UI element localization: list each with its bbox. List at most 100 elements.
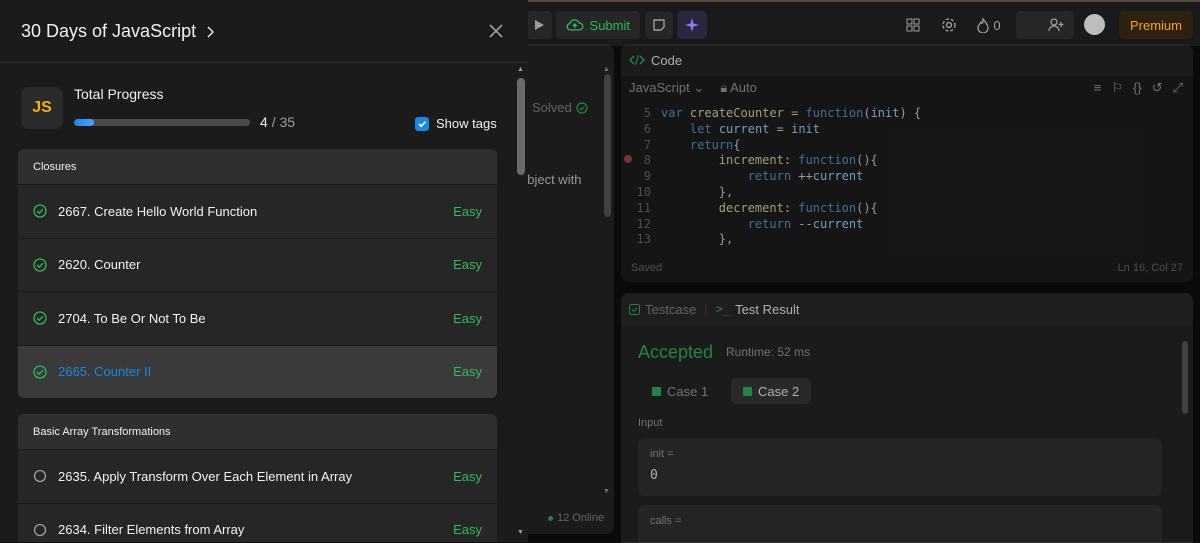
progress-bar	[74, 119, 250, 126]
code-line: 8 increment: function(){	[643, 153, 878, 168]
code-editor[interactable]: 5 var createCounter = function(init) { 6 …	[621, 100, 1193, 248]
code-text: increment: function(){	[718, 153, 878, 168]
code-subtoolbar: JavaScript ⌄ 🔒︎ Auto ≡ ⚐ {} ↺ ⤢	[621, 76, 1193, 100]
difficulty-badge: Easy	[453, 364, 482, 380]
code-text: return ++current	[747, 169, 864, 184]
progress-total: / 35	[271, 114, 296, 130]
list-item[interactable]: 2704. To Be Or Not To Be Easy	[18, 291, 497, 345]
difficulty-badge: Easy	[453, 310, 482, 326]
close-icon[interactable]	[486, 21, 506, 41]
code-brackets-icon	[629, 54, 645, 66]
code-line: 7 return{	[643, 137, 741, 152]
list-item-active[interactable]: 2665. Counter II Easy	[18, 344, 497, 398]
problem-title: 2704. To Be Or Not To Be	[58, 310, 206, 326]
code-text: decrement: function(){	[718, 200, 878, 215]
difficulty-badge: Easy	[453, 203, 482, 219]
group-header[interactable]: Closures	[18, 149, 497, 184]
check-square-icon	[743, 386, 752, 396]
difficulty-badge: Easy	[453, 257, 482, 273]
play-icon	[535, 20, 544, 30]
problem-title: 2635. Apply Transform Over Each Element …	[58, 468, 353, 484]
case-1-label: Case 1	[667, 383, 709, 399]
code-line: 12 return --current	[636, 216, 864, 231]
scroll-down-arrow-icon[interactable]: ▼	[603, 488, 610, 495]
code-line: 11 decrement: function(){	[636, 200, 878, 215]
result-status: Accepted	[638, 342, 714, 362]
list-item[interactable]: 2635. Apply Transform Over Each Element …	[18, 449, 497, 503]
notes-button[interactable]	[645, 11, 673, 39]
premium-button[interactable]: Premium	[1119, 11, 1193, 39]
case-1-tab[interactable]: Case 1	[640, 378, 720, 404]
expand-icon[interactable]: ⤢	[1173, 80, 1183, 96]
code-status-bar: Saved Ln 16, Col 27	[621, 254, 1193, 282]
solved-status: Solved	[532, 100, 588, 115]
case-2-tab[interactable]: Case 2	[731, 378, 812, 404]
input-key: init =	[650, 448, 674, 460]
add-user-icon	[1048, 18, 1064, 32]
streak-button[interactable]: 0	[970, 11, 1008, 39]
code-text: var createCounter = function(init) {	[661, 106, 922, 120]
bookmark-icon[interactable]: ⚐	[1111, 80, 1123, 96]
problem-title: 2667. Create Hello World Function	[58, 203, 258, 219]
run-button[interactable]	[526, 11, 552, 39]
check-circle-icon	[33, 311, 47, 325]
tab-testcase[interactable]: Testcase	[629, 302, 696, 317]
flame-icon	[977, 17, 990, 33]
online-dot-icon	[548, 515, 553, 521]
reset-icon[interactable]: ↺	[1152, 80, 1163, 96]
check-circle-icon	[576, 101, 588, 114]
code-text: return{	[689, 137, 741, 152]
group-header[interactable]: Basic Array Transformations	[18, 414, 497, 449]
avatar[interactable]	[1084, 14, 1105, 35]
code-tab-label: Code	[651, 52, 683, 68]
checkbox-checked-icon[interactable]	[415, 116, 429, 131]
description-scrollbar[interactable]	[604, 74, 611, 217]
list-item[interactable]: 2634. Filter Elements from Array Easy	[18, 502, 497, 543]
test-panel-scrollbar[interactable]	[1182, 341, 1188, 414]
gear-icon	[942, 18, 956, 32]
test-panel: Testcase | >_ Test Result Accepted Runti…	[621, 293, 1193, 543]
streak-count: 0	[993, 17, 1001, 33]
ai-assist-button[interactable]	[677, 11, 707, 39]
total-progress-label: Total Progress	[74, 86, 164, 102]
runtime-label: Runtime: 52 ms	[726, 345, 811, 359]
list-item[interactable]: 2620. Counter Easy	[18, 237, 497, 292]
code-tab[interactable]: Code	[621, 44, 1193, 76]
empty-circle-icon	[33, 523, 47, 536]
braces-icon[interactable]: {}	[1133, 80, 1142, 96]
scroll-up-arrow-icon[interactable]: ▲	[603, 66, 610, 73]
language-label: JavaScript	[629, 80, 690, 95]
submit-button[interactable]: Submit	[556, 11, 640, 39]
layout-grid-icon	[906, 18, 920, 32]
show-tags-toggle[interactable]: Show tags	[415, 116, 497, 131]
drawer-scrollbar[interactable]	[517, 78, 525, 175]
tab-test-result-label: Test Result	[735, 301, 800, 317]
note-icon	[653, 19, 665, 31]
description-fragment: object with	[520, 172, 582, 187]
cloud-upload-icon	[566, 19, 584, 31]
tab-test-result[interactable]: >_ Test Result	[716, 302, 800, 317]
drawer-title-link[interactable]: 30 Days of JavaScript	[21, 21, 215, 42]
chevron-right-icon	[207, 26, 215, 37]
settings-button[interactable]	[936, 11, 962, 39]
checkbox-icon	[629, 303, 640, 315]
solved-label: Solved	[532, 100, 572, 115]
check-circle-icon	[33, 204, 47, 218]
check-circle-icon	[33, 365, 47, 379]
share-button[interactable]	[1016, 11, 1074, 39]
check-square-icon	[652, 386, 661, 396]
problem-title: 2620. Counter	[58, 257, 141, 273]
js-logo: JS	[21, 87, 63, 129]
language-select[interactable]: JavaScript ⌄	[629, 80, 704, 96]
autosave-mode[interactable]: 🔒︎ Auto	[720, 80, 757, 96]
online-count: 12 Online	[548, 512, 604, 524]
list-item[interactable]: 2667. Create Hello World Function Easy	[18, 184, 497, 238]
difficulty-badge: Easy	[453, 468, 482, 484]
scroll-down-arrow-icon[interactable]: ▼	[517, 529, 524, 536]
scroll-up-arrow-icon[interactable]: ▲	[517, 66, 524, 73]
format-icon[interactable]: ≡	[1094, 80, 1102, 96]
input-heading: Input	[638, 417, 663, 429]
breakpoint-icon[interactable]	[624, 155, 632, 163]
layout-button[interactable]	[900, 11, 926, 39]
show-tags-label: Show tags	[436, 116, 497, 131]
